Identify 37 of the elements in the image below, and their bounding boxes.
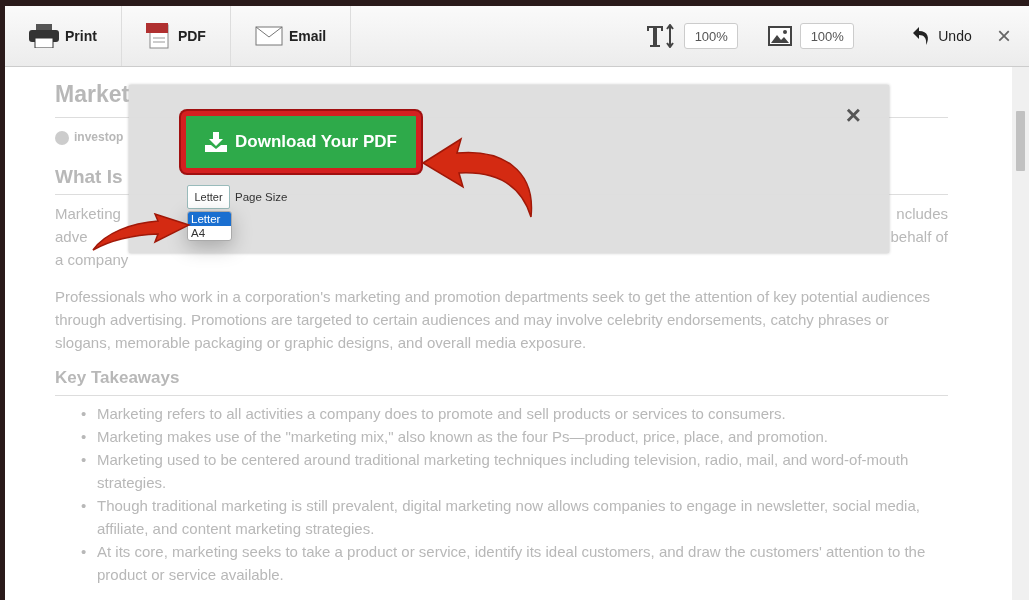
image-size-field[interactable]: 100% xyxy=(800,23,855,49)
undo-icon xyxy=(912,26,931,46)
bullet-item: Marketing refers to all activities a company does to promote and sell products or services to consumers. xyxy=(97,404,786,424)
bullet-marker: • xyxy=(81,450,88,470)
text-size-field[interactable]: 100% xyxy=(684,23,739,49)
email-button[interactable]: Email xyxy=(230,6,352,66)
section-heading: Key Takeaways xyxy=(55,366,948,396)
dropdown-option[interactable]: A4 xyxy=(188,226,231,240)
paragraph-text: behalf of xyxy=(890,227,948,247)
scrollbar[interactable] xyxy=(1012,67,1029,600)
close-button[interactable]: × xyxy=(991,23,1017,49)
undo-button[interactable]: Undo xyxy=(906,25,978,47)
paragraph-text: Professionals who work in a corporation's marketing and promotion departments seek to get the attention of key potential audiences through advertising. Promotions are targeted to certain audiences and may involve celebrity endorsements, catchy phrases or slogans, memorable packaging or graphic designs, and overall media exposure. xyxy=(55,287,932,353)
envelope-icon xyxy=(254,26,283,46)
bullet-marker: • xyxy=(81,427,88,447)
pdf-document-icon xyxy=(145,23,172,49)
download-icon xyxy=(205,132,228,152)
print-button[interactable]: Print xyxy=(5,6,122,66)
source-logo-icon xyxy=(55,130,69,145)
paragraph-text: adve xyxy=(55,227,88,247)
bullet-marker: • xyxy=(81,496,88,516)
page-size-select[interactable]: Letter xyxy=(187,185,230,209)
image-icon[interactable] xyxy=(768,26,793,46)
bullet-item: Marketing makes use of the "marketing mix," also known as the four Ps—product, price, place, and promotion. xyxy=(97,427,828,447)
bullet-marker: • xyxy=(81,542,88,562)
bullet-item: Marketing used to be centered around traditional marketing techniques including television, radio, mail, and word-of-mouth strategies. xyxy=(97,450,910,493)
dropdown-option[interactable]: Letter xyxy=(188,212,231,226)
pdf-button[interactable]: PDF xyxy=(121,6,231,66)
source-name: investop xyxy=(74,129,124,146)
paragraph-text: Marketing xyxy=(55,204,121,224)
bullet-marker: • xyxy=(81,404,88,424)
bullet-item: At its core, marketing seeks to take a product or service, identify its ideal customers, and draw the customers' attention to the product or service available. xyxy=(97,542,927,585)
printer-icon xyxy=(29,24,59,48)
paragraph-text: a company xyxy=(55,250,129,270)
text-size-icon[interactable] xyxy=(646,24,677,48)
paragraph-text: ncludes xyxy=(896,204,948,224)
bullet-item: Though traditional marketing is still prevalent, digital marketing now allows companies to engage in newsletter, social media, affiliate, and content marketing strategies. xyxy=(97,496,921,539)
